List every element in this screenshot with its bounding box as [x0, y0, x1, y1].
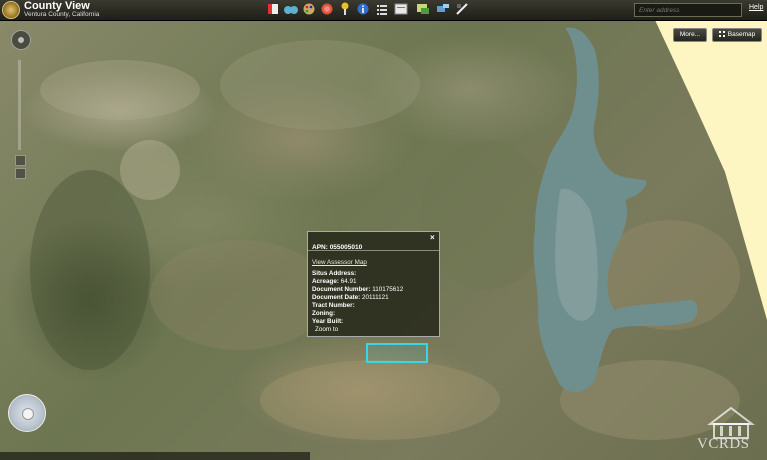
selected-parcel-outline[interactable]	[366, 343, 428, 363]
help-link[interactable]: Help	[749, 4, 763, 11]
county-seal-logo	[2, 1, 20, 19]
grid-icon	[718, 31, 725, 37]
measure-icon[interactable]	[455, 2, 469, 16]
popup-row-year-built: Year Built:	[312, 318, 344, 325]
app-subtitle: Ventura County, California	[24, 11, 100, 18]
record-icon[interactable]	[320, 2, 334, 16]
identify-icon[interactable]	[416, 2, 430, 16]
parcel-info-popup: APN: 055005010 × View Assessor Map Situs…	[307, 231, 440, 337]
popup-row-tract-number: Tract Number:	[312, 302, 355, 309]
basemap-label: Basemap	[727, 31, 756, 38]
palette-icon[interactable]	[302, 2, 316, 16]
tools-icon[interactable]	[436, 2, 450, 16]
popup-row-acreage: Acreage: 64.91	[312, 278, 357, 285]
zoom-slider-track[interactable]	[18, 60, 21, 150]
list-icon[interactable]	[375, 2, 389, 16]
top-toolbar: County View Ventura County, California H…	[0, 0, 767, 21]
more-button[interactable]: More...	[673, 28, 707, 42]
popup-title: APN: 055005010	[312, 244, 363, 251]
pushpin-icon[interactable]	[338, 2, 352, 16]
binoculars-icon[interactable]	[284, 2, 298, 16]
popup-row-document-date: Document Date: 20111121	[312, 294, 389, 301]
basemap-button[interactable]: Basemap	[712, 28, 762, 42]
close-icon[interactable]: ×	[430, 233, 435, 242]
popup-row-document-number: Document Number: 110175612	[312, 286, 404, 293]
info-icon[interactable]	[356, 2, 370, 16]
compass-globe-icon[interactable]	[8, 394, 46, 432]
scale-bar	[0, 452, 310, 460]
lake-reservoir	[533, 27, 698, 392]
popup-row-situs-address: Situs Address:	[312, 270, 357, 277]
watermark-text: VCRDS	[697, 436, 750, 452]
layers-icon[interactable]	[266, 2, 280, 16]
popup-row-zoning: Zoning:	[312, 310, 336, 317]
zoom-to-link[interactable]: Zoom to	[315, 326, 338, 333]
zoom-out-button[interactable]	[15, 168, 26, 179]
pan-control[interactable]	[11, 30, 31, 50]
view-assessor-map-link[interactable]: View Assessor Map	[312, 259, 367, 266]
address-search-input[interactable]	[634, 3, 742, 17]
print-icon[interactable]	[394, 2, 408, 16]
zoom-in-button[interactable]	[15, 155, 26, 166]
